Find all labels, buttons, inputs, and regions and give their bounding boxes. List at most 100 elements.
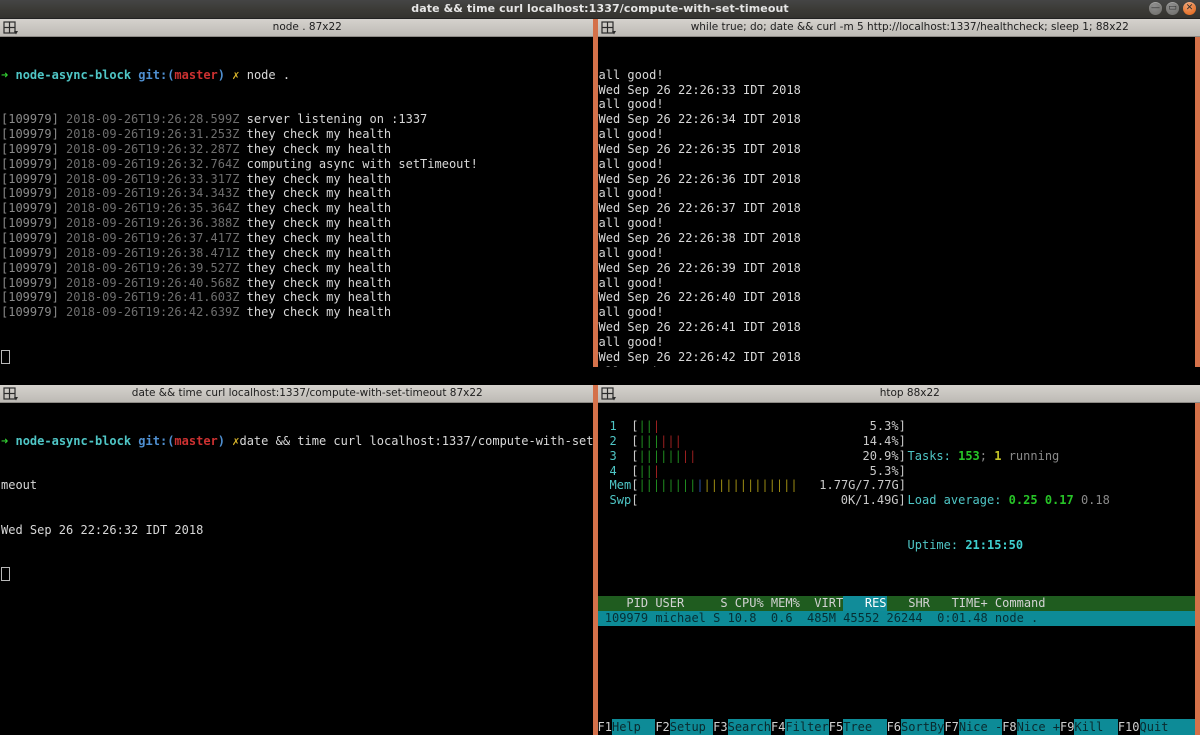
log-pid: [109979] bbox=[1, 201, 67, 216]
htop-column-virt[interactable]: VIRT bbox=[800, 596, 843, 611]
prompt-git-branch: master bbox=[174, 67, 218, 82]
log-pid: [109979] bbox=[1, 305, 67, 320]
layout-icon[interactable] bbox=[600, 386, 617, 401]
htop-cell-command: node . bbox=[987, 611, 1039, 626]
htop-app: 1 [||| 5.3%] 2 [|||||| 14.4%] 3 [|||||||| … bbox=[597, 403, 1200, 735]
pane-top-left-title: node . 87x22 bbox=[272, 21, 342, 33]
pane-bottom-right-body[interactable]: 1 [||| 5.3%] 2 [|||||| 14.4%] 3 [|||||||| … bbox=[597, 403, 1200, 735]
fn-key-f8[interactable]: F8 bbox=[1002, 719, 1017, 735]
healthcheck-line: Wed Sep 26 22:26:33 IDT 2018 bbox=[598, 82, 801, 97]
fn-key-f9[interactable]: F9 bbox=[1060, 719, 1075, 735]
htop-column-cpu[interactable]: CPU% bbox=[728, 596, 764, 611]
load-1min: 0.25 bbox=[1008, 493, 1038, 508]
htop-tasks-row: Tasks: 153; 1 running bbox=[908, 449, 1110, 464]
htop-process-row[interactable]: 109979 michael S 10.8 0.6 485M 45552 262… bbox=[597, 611, 1200, 627]
fn-key-f3[interactable]: F3 bbox=[713, 719, 728, 735]
htop-process-list[interactable]: 109979 michael S 10.8 0.6 485M 45552 262… bbox=[597, 611, 1200, 627]
log-timestamp: 2018-09-26T19:26:41.603Z bbox=[66, 290, 247, 305]
healthcheck-line: all good! bbox=[598, 156, 664, 171]
htop-column-res[interactable]: RES bbox=[843, 596, 887, 612]
pane-row-gap bbox=[0, 367, 1200, 385]
fn-label-search[interactable]: Search bbox=[727, 719, 771, 735]
fn-label-quit[interactable]: Quit bbox=[1139, 719, 1183, 735]
cpu-index: 1 bbox=[609, 419, 617, 433]
log-message: they check my health bbox=[246, 260, 392, 275]
htop-cell-res: 45552 bbox=[835, 611, 880, 626]
layout-icon[interactable] bbox=[3, 386, 19, 401]
fn-key-f5[interactable]: F5 bbox=[828, 719, 844, 735]
terminal-window: date && time curl localhost:1337/compute… bbox=[0, 0, 1200, 735]
htop-column-user[interactable]: USER bbox=[648, 596, 706, 611]
fn-key-f2[interactable]: F2 bbox=[655, 719, 670, 735]
healthcheck-line: Wed Sep 26 22:26:35 IDT 2018 bbox=[598, 141, 801, 156]
htop-column-command[interactable]: Command bbox=[988, 596, 1046, 611]
pane-bottom-left[interactable]: date && time curl localhost:1337/compute… bbox=[0, 385, 593, 735]
pane-grid: node . 87x22 ➜ node-async-block git:(mas… bbox=[0, 19, 1200, 735]
pane-bottom-left-header[interactable]: date && time curl localhost:1337/compute… bbox=[0, 385, 593, 403]
window-titlebar[interactable]: date && time curl localhost:1337/compute… bbox=[0, 0, 1200, 19]
htop-meters: 1 [||| 5.3%] 2 [|||||| 14.4%] 3 [|||||||| … bbox=[609, 419, 906, 582]
log-pid: [109979] bbox=[1, 275, 67, 290]
htop-column-pid[interactable]: PID bbox=[598, 596, 648, 611]
log-timestamp: 2018-09-26T19:26:37.417Z bbox=[66, 230, 247, 245]
log-message: they check my health bbox=[246, 275, 392, 290]
fn-key-f4[interactable]: F4 bbox=[770, 719, 786, 735]
healthcheck-line: all good! bbox=[598, 275, 664, 290]
layout-icon[interactable] bbox=[600, 20, 617, 35]
log-timestamp: 2018-09-26T19:26:39.527Z bbox=[66, 260, 247, 275]
htop-table-header[interactable]: PID USER S CPU% MEM% VIRT RES SHR TIME+ … bbox=[597, 596, 1200, 612]
fn-label-filter[interactable]: Filter bbox=[785, 719, 829, 735]
fn-label-nice[interactable]: Nice + bbox=[1016, 719, 1061, 735]
maximize-button[interactable]: ▭ bbox=[1166, 2, 1179, 15]
log-pid: [109979] bbox=[1, 216, 67, 231]
log-message: they check my health bbox=[246, 171, 392, 186]
log-pid: [109979] bbox=[1, 127, 67, 142]
log-pid: [109979] bbox=[1, 230, 67, 245]
log-timestamp: 2018-09-26T19:26:42.639Z bbox=[66, 305, 247, 320]
layout-icon[interactable] bbox=[3, 20, 19, 35]
pane-bottom-left-body[interactable]: ➜ node-async-block git:(master) ✗date &&… bbox=[0, 403, 593, 735]
pane-top-left-header[interactable]: node . 87x22 bbox=[0, 19, 593, 37]
healthcheck-line: all good! bbox=[598, 245, 664, 260]
cpu-index: 3 bbox=[609, 448, 617, 463]
fn-key-f6[interactable]: F6 bbox=[886, 719, 902, 735]
fn-label-nice[interactable]: Nice - bbox=[958, 719, 1003, 735]
close-button[interactable]: ✕ bbox=[1183, 2, 1196, 15]
healthcheck-line: all good! bbox=[599, 365, 1200, 367]
pane-top-right[interactable]: while true; do; date && curl -m 5 http:/… bbox=[597, 19, 1200, 367]
fn-label-sortby[interactable]: SortBy bbox=[901, 719, 945, 735]
prompt-git-close: ) bbox=[217, 67, 226, 82]
prompt-git-branch: master bbox=[174, 433, 218, 448]
scrollbar-vertical[interactable] bbox=[1195, 403, 1200, 735]
fn-label-tree[interactable]: Tree bbox=[843, 719, 887, 735]
htop-column-time[interactable]: TIME+ bbox=[930, 596, 988, 611]
htop-cpu-meter: 1 [||| 5.3%] bbox=[609, 419, 906, 433]
prompt-git-open: git:( bbox=[138, 433, 175, 448]
prompt-directory: node-async-block bbox=[15, 433, 132, 448]
pane-bottom-right-header[interactable]: htop 88x22 bbox=[597, 385, 1200, 403]
htop-column-s[interactable]: S bbox=[706, 596, 727, 611]
fn-label-help[interactable]: Help bbox=[611, 719, 656, 735]
pane-top-right-header[interactable]: while true; do; date && curl -m 5 http:/… bbox=[597, 19, 1200, 37]
pane-bottom-right[interactable]: htop 88x22 1 [||| 5.3%] 2 [|||||| 14.4%] 3… bbox=[597, 385, 1200, 735]
pane-top-left[interactable]: node . 87x22 ➜ node-async-block git:(mas… bbox=[0, 19, 593, 367]
fn-label-kill[interactable]: Kill bbox=[1074, 719, 1118, 735]
terminal-output-curl: ➜ node-async-block git:(master) ✗date &&… bbox=[0, 403, 593, 612]
log-timestamp: 2018-09-26T19:26:40.568Z bbox=[66, 275, 247, 290]
healthcheck-line: Wed Sep 26 22:26:41 IDT 2018 bbox=[598, 320, 801, 335]
healthcheck-line: Wed Sep 26 22:26:38 IDT 2018 bbox=[598, 230, 801, 245]
minimize-button[interactable]: — bbox=[1149, 2, 1162, 15]
healthcheck-line: Wed Sep 26 22:26:34 IDT 2018 bbox=[598, 112, 801, 127]
htop-swap-meter: Swp[ 0K/1.49G] bbox=[609, 493, 906, 508]
fn-key-f1[interactable]: F1 bbox=[597, 719, 612, 735]
uptime-label: Uptime: bbox=[907, 537, 966, 552]
fn-label-setup[interactable]: Setup bbox=[669, 719, 714, 735]
htop-column-mem[interactable]: MEM% bbox=[764, 596, 800, 611]
pane-top-left-body[interactable]: ➜ node-async-block git:(master) ✗ node .… bbox=[0, 37, 593, 367]
fn-key-f10[interactable]: F10 bbox=[1117, 719, 1140, 735]
fn-key-f7[interactable]: F7 bbox=[944, 719, 959, 735]
scrollbar-vertical[interactable] bbox=[1195, 37, 1200, 367]
htop-cell-shr: 26244 bbox=[879, 611, 923, 626]
pane-top-right-body[interactable]: all good! Wed Sep 26 22:26:33 IDT 2018 all… bbox=[597, 37, 1200, 367]
htop-column-shr[interactable]: SHR bbox=[887, 596, 930, 611]
